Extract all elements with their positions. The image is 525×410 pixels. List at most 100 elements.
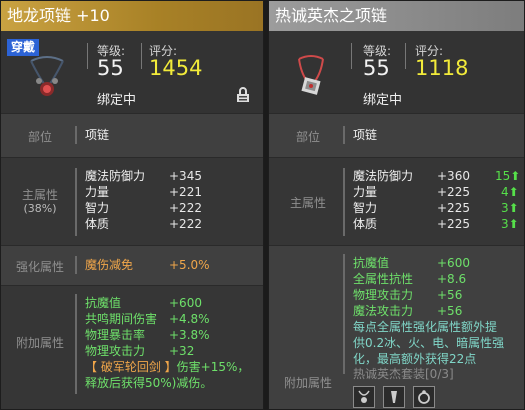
stat-value: +345 — [169, 169, 202, 183]
item-header: 穿戴 等级: 55 评分: 1454 绑定中 — [1, 31, 263, 113]
divider — [87, 43, 88, 69]
main-stats-section: 主属性 魔法防御力 +360 15⬆ 力量 +225 4⬆ 智力 +225 3⬆… — [269, 157, 524, 245]
divider — [343, 254, 345, 374]
add-stat-name: 抗魔值 — [353, 256, 390, 270]
up-arrow-icon: ⬆ — [510, 169, 521, 183]
stat-value: +225 — [437, 185, 470, 199]
stat-name: 魔法防御力 — [85, 169, 146, 183]
add-stat-value: +600 — [437, 256, 470, 270]
stat-compare: 3⬆ — [501, 217, 519, 232]
stat-compare: 4⬆ — [501, 185, 519, 200]
stat-name: 魔法防御力 — [353, 169, 414, 183]
stat-value: +360 — [437, 169, 470, 183]
stat-value: +222 — [169, 201, 202, 215]
bound-status: 绑定中 — [97, 93, 137, 108]
enhance-value: +5.0% — [169, 258, 210, 272]
additional-section: 附加属性 抗魔值 +600 全属性抗性 +8.6 物理攻击力 +56 魔法攻击力… — [269, 245, 524, 409]
additional-section: 附加属性 抗魔值 +600 共鸣期间伤害 +4.8% 物理暴击率 +3.8% 物… — [1, 285, 263, 409]
enhance-section: 强化属性 魔伤减免 +5.0% — [1, 245, 263, 285]
stat-name: 智力 — [353, 201, 378, 215]
compare-item-panel: 热诚英杰之项链 等级: 55 评分: 1118 绑定中 部位 项链 主属性 魔法… — [268, 0, 525, 410]
enhance-name: 魔伤减免 — [85, 258, 134, 272]
up-arrow-icon: ⬆ — [508, 217, 519, 231]
slot-value: 项链 — [353, 128, 378, 142]
necklace-icon[interactable] — [21, 51, 73, 103]
slot-label: 部位 — [27, 130, 52, 144]
add-stat-name: 物理攻击力 — [353, 288, 414, 302]
additional-label: 附加属性 — [283, 376, 332, 390]
stat-name: 智力 — [85, 201, 110, 215]
add-stat-name: 全属性抗性 — [353, 272, 414, 286]
skill-bonus-line: 【 破军轮回剑 】伤害+15%， — [85, 360, 249, 375]
add-stat-value: +56 — [437, 304, 463, 318]
effect-description: 化，最高额外获得22点 — [353, 352, 477, 366]
item-title: 热诚英杰之项链 — [269, 1, 524, 31]
additional-label: 附加属性 — [15, 336, 64, 350]
stat-value: +225 — [437, 217, 470, 231]
stat-compare-value: 3 — [501, 217, 509, 231]
set-label: 热诚英杰套装[0/3] — [353, 367, 454, 381]
set-piece-slot-earring-icon[interactable] — [383, 386, 405, 408]
stat-value: +222 — [169, 217, 202, 231]
stat-compare: 3⬆ — [501, 201, 519, 216]
add-stat-name: 共鸣期间伤害 — [85, 312, 158, 326]
add-stat-value: +32 — [169, 344, 195, 358]
stat-value: +221 — [169, 185, 202, 199]
score-value: 1454 — [149, 56, 203, 80]
divider — [343, 126, 345, 144]
level-value: 55 — [363, 56, 390, 80]
necklace-icon[interactable] — [285, 51, 337, 103]
stat-compare: 15⬆ — [495, 169, 520, 184]
stat-compare-value: 3 — [501, 201, 509, 215]
divider — [343, 168, 345, 236]
main-stats-section: 主属性 (38%) 魔法防御力 +345 力量 +221 智力 +222 体质 … — [1, 157, 263, 245]
lock-icon — [235, 87, 251, 103]
bound-status: 绑定中 — [363, 93, 403, 108]
skill-name: 【 破军轮回剑 】 — [85, 360, 177, 374]
slot-section: 部位 项链 — [269, 113, 524, 157]
add-stat-name: 物理暴击率 — [85, 328, 146, 342]
main-stats-label: 主属性 — [289, 196, 326, 210]
enhance-label: 强化属性 — [15, 260, 64, 274]
up-arrow-icon: ⬆ — [508, 201, 519, 215]
item-header: 等级: 55 评分: 1118 绑定中 — [269, 31, 524, 113]
divider — [75, 256, 77, 274]
divider — [75, 126, 77, 144]
divider — [75, 294, 77, 394]
divider — [351, 43, 352, 69]
divider — [405, 43, 406, 69]
slot-section: 部位 项链 — [1, 113, 263, 157]
stat-value: +225 — [437, 201, 470, 215]
divider — [75, 168, 77, 236]
add-stat-value: +3.8% — [169, 328, 210, 342]
stat-compare-value: 15 — [495, 169, 511, 183]
add-stat-name: 抗魔值 — [85, 296, 122, 310]
set-piece-slot-ring-icon[interactable] — [413, 386, 435, 408]
add-stat-value: +600 — [169, 296, 202, 310]
add-stat-value: +8.6 — [437, 272, 467, 286]
level-value: 55 — [97, 56, 124, 80]
score-value: 1118 — [415, 56, 469, 80]
skill-bonus-text: 伤害+15%， — [176, 360, 250, 374]
stat-name: 体质 — [353, 217, 378, 231]
add-stat-name: 魔法攻击力 — [353, 304, 414, 318]
stat-name: 力量 — [85, 185, 110, 199]
add-stat-value: +56 — [437, 288, 463, 302]
main-stats-percent: (38%) — [23, 202, 57, 215]
equipped-item-panel: 地龙项链 +10 穿戴 等级: 55 评分: 1454 绑定中 部位 项链 主属… — [0, 0, 264, 410]
add-stat-name: 物理攻击力 — [85, 344, 146, 358]
item-title: 地龙项链 +10 — [1, 1, 263, 31]
up-arrow-icon: ⬆ — [508, 185, 519, 199]
skill-bonus-line-2: 释放后获得50%)减伤。 — [85, 376, 213, 390]
slot-label: 部位 — [295, 130, 320, 144]
divider — [141, 43, 142, 69]
effect-description: 供0.2冰、火、电、暗属性强 — [353, 336, 505, 350]
effect-description: 每点全属性强化属性额外提 — [353, 320, 498, 334]
main-stats-label: 主属性 — [21, 188, 58, 202]
set-piece-slot-necklace-icon[interactable] — [353, 386, 375, 408]
slot-value: 项链 — [85, 128, 110, 142]
stat-compare-value: 4 — [501, 185, 509, 199]
add-stat-value: +4.8% — [169, 312, 210, 326]
stat-name: 体质 — [85, 217, 110, 231]
stat-name: 力量 — [353, 185, 378, 199]
